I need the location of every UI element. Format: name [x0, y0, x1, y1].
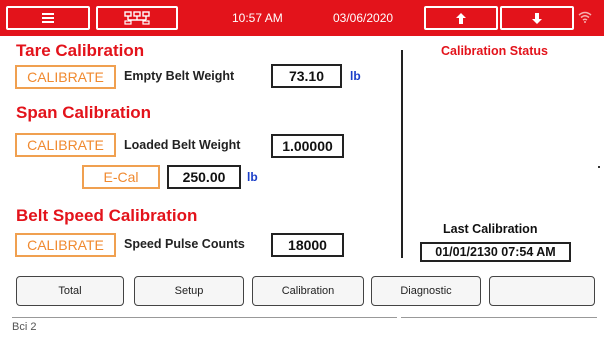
status-bar-text: Bci 2: [12, 321, 37, 333]
empty-belt-weight-label: Empty Belt Weight: [124, 69, 235, 83]
e-cal-button[interactable]: E-Cal: [82, 165, 160, 189]
span-calibration-heading: Span Calibration: [16, 103, 152, 122]
empty-belt-weight-field[interactable]: 73.10: [271, 64, 342, 88]
arrow-down-button[interactable]: [500, 6, 574, 30]
last-calibration-label: Last Calibration: [443, 222, 538, 236]
wifi-icon: [578, 11, 592, 23]
nav-diagnostic-button[interactable]: Diagnostic: [371, 276, 481, 306]
network-button[interactable]: [96, 6, 178, 30]
arrow-up-button[interactable]: [424, 6, 498, 30]
nav-calibration-button[interactable]: Calibration: [252, 276, 364, 306]
status-bar-divider-left: [12, 317, 397, 318]
network-icon: [124, 11, 150, 25]
nav-blank-button[interactable]: [489, 276, 595, 306]
loaded-belt-weight-field[interactable]: 1.00000: [271, 134, 344, 158]
speed-pulse-counts-label: Speed Pulse Counts: [124, 237, 245, 251]
empty-belt-weight-unit: lb: [350, 69, 361, 83]
belt-speed-calibration-heading: Belt Speed Calibration: [16, 206, 198, 225]
span-calibrate-button[interactable]: CALIBRATE: [15, 133, 116, 157]
status-indicator-dot: [598, 166, 600, 168]
menu-icon: [42, 13, 54, 23]
e-cal-weight-field[interactable]: 250.00: [167, 165, 241, 189]
e-cal-weight-unit: lb: [247, 170, 258, 184]
arrow-up-icon: [456, 12, 466, 24]
nav-setup-button[interactable]: Setup: [134, 276, 244, 306]
clock-date: 03/06/2020: [333, 11, 394, 25]
tare-calibrate-button[interactable]: CALIBRATE: [15, 65, 116, 89]
nav-total-button[interactable]: Total: [16, 276, 124, 306]
loaded-belt-weight-label: Loaded Belt Weight: [124, 138, 241, 152]
calibration-status-title: Calibration Status: [441, 44, 548, 58]
last-calibration-value: 01/01/2130 07:54 AM: [420, 242, 571, 262]
menu-button[interactable]: [6, 6, 90, 30]
status-bar-divider-right: [401, 317, 597, 318]
belt-speed-calibrate-button[interactable]: CALIBRATE: [15, 233, 116, 257]
speed-pulse-counts-field[interactable]: 18000: [271, 233, 344, 257]
arrow-down-icon: [532, 12, 542, 24]
tare-calibration-heading: Tare Calibration: [16, 41, 145, 60]
vertical-divider: [401, 50, 403, 258]
top-bar: 10:57 AM 03/06/2020: [0, 0, 604, 36]
clock-time: 10:57 AM: [232, 11, 283, 25]
